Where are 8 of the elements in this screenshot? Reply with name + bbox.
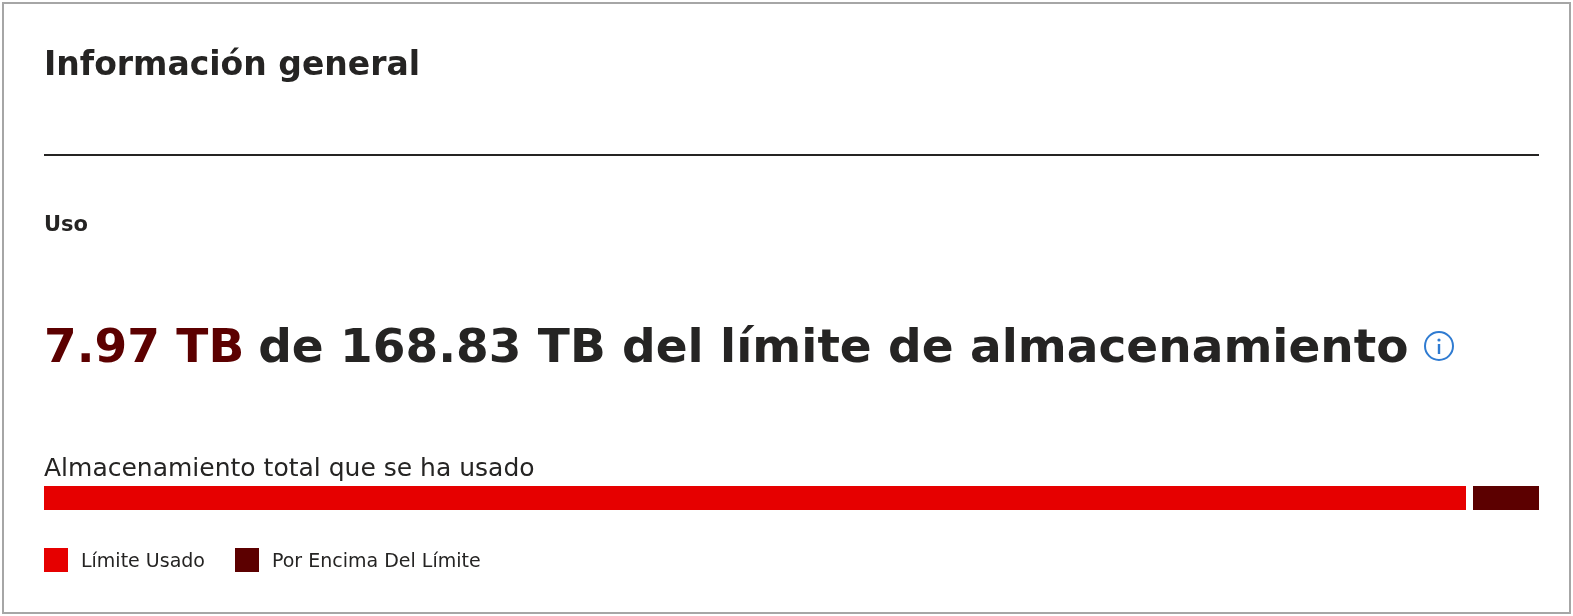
legend-label: Por Encima Del Límite [271,549,481,571]
info-icon[interactable] [1422,329,1455,362]
card-title: Información general [44,43,421,85]
used-amount: 7.97 TB [44,318,245,373]
bar-label: Almacenamiento total que se ha usado [44,453,535,482]
legend-label: Límite Usado [81,549,205,571]
storage-limit-text: de 168.83 TB del límite de almacenamiento [258,318,1409,373]
section-label: Uso [44,212,88,236]
